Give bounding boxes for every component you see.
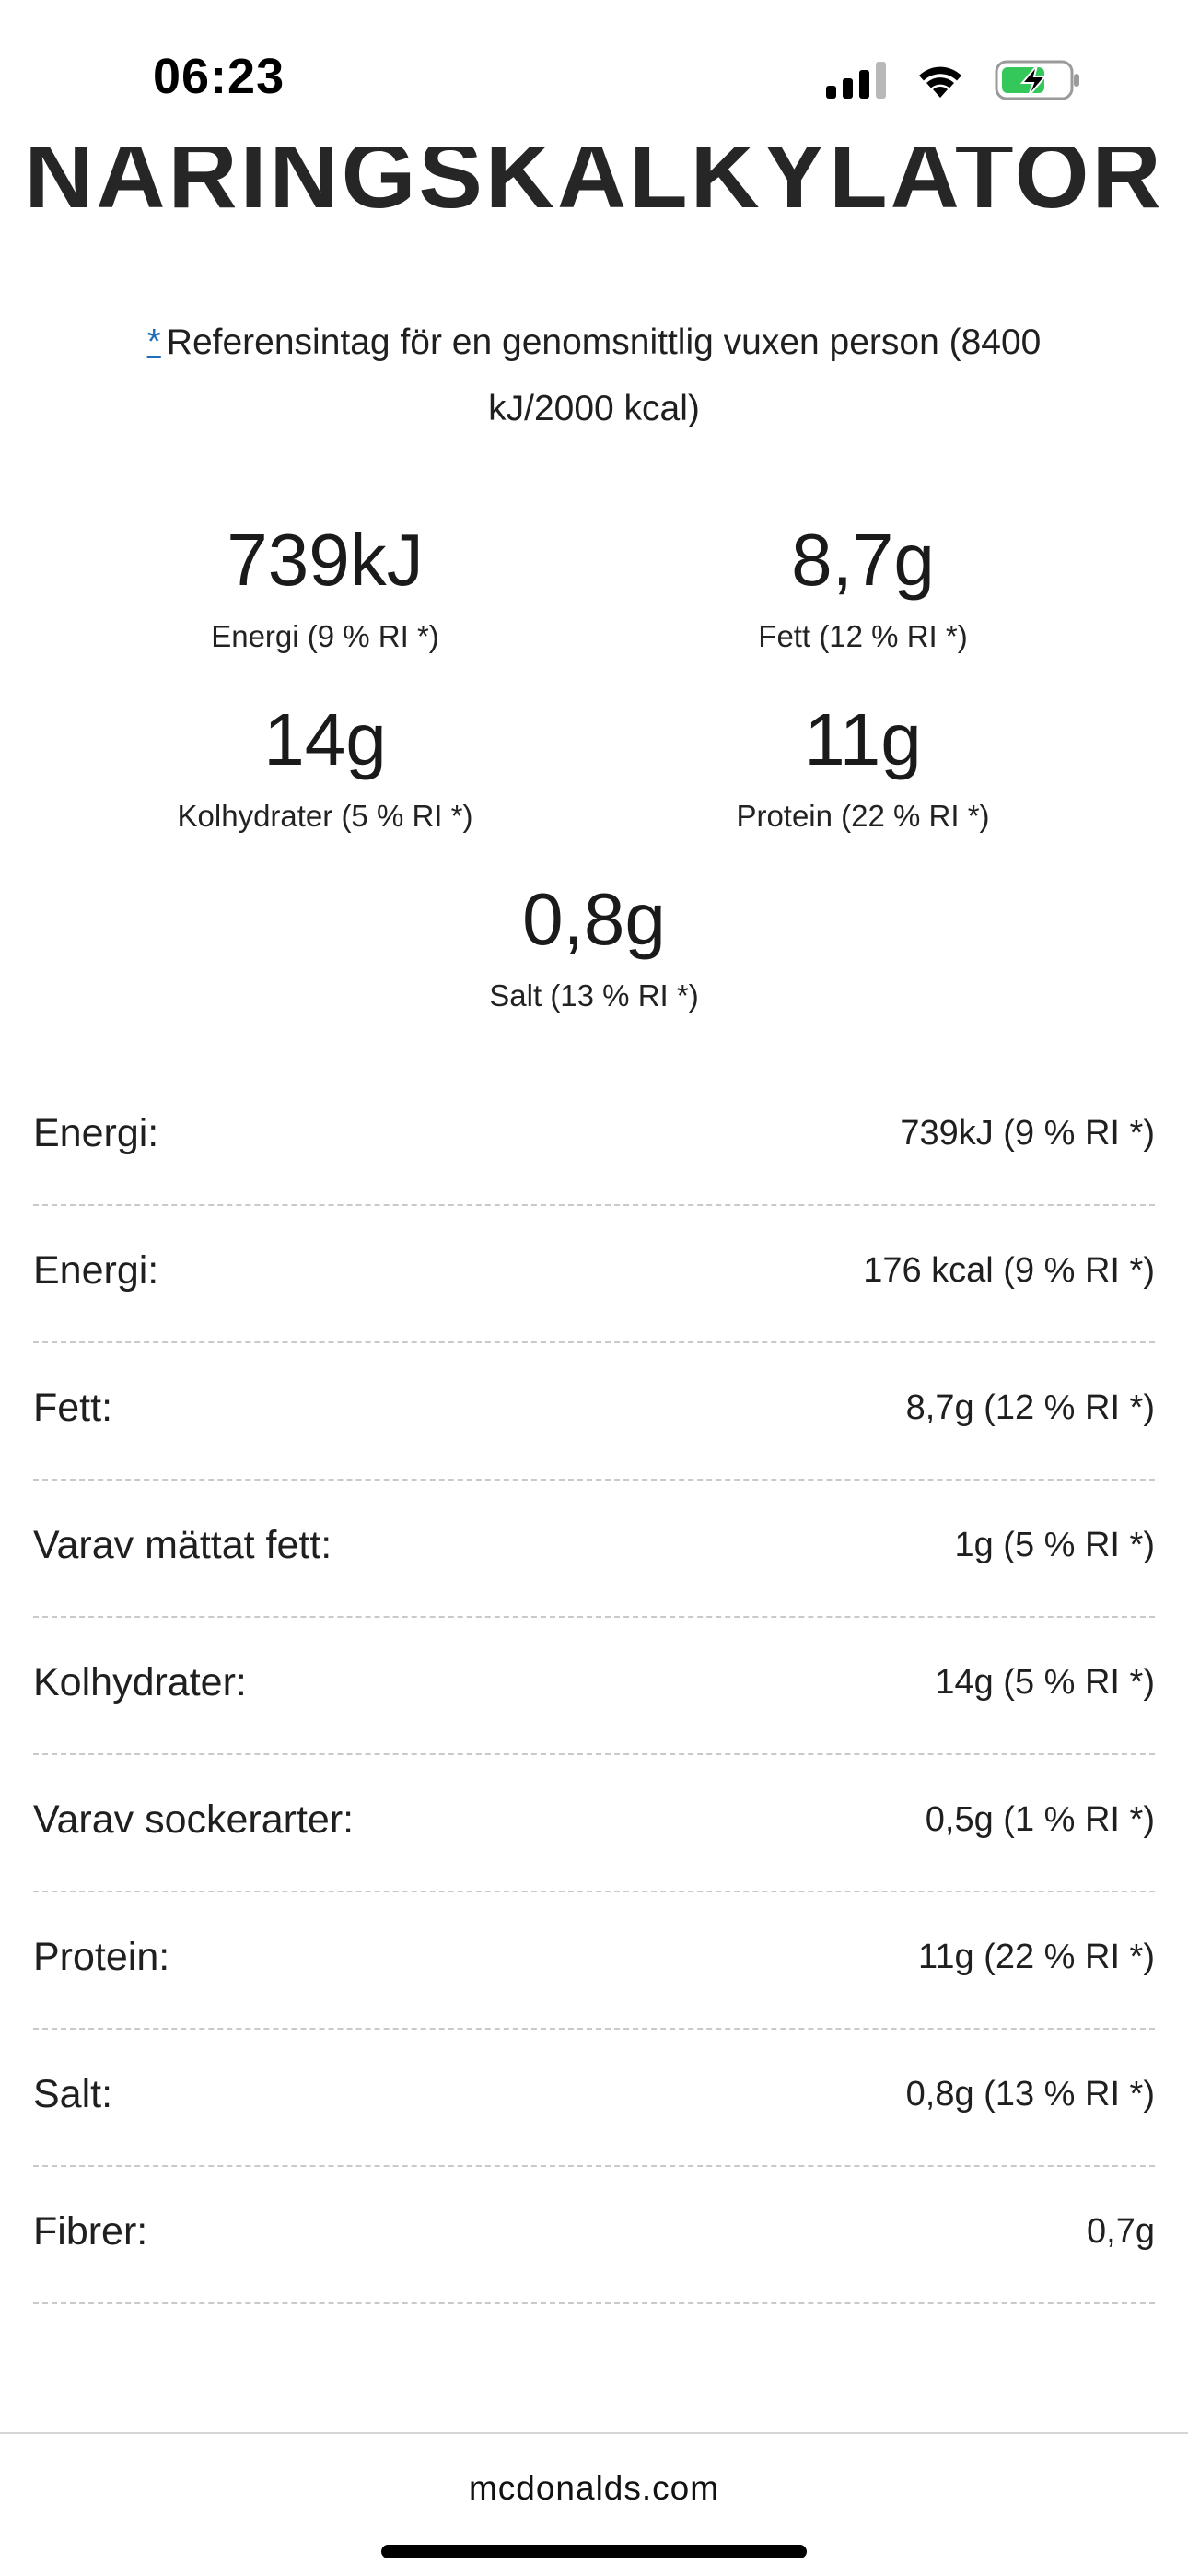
highlight-carbohydrates: 14g Kolhydrater (5 % RI *) — [40, 703, 611, 834]
browser-bottom-bar: mcdonalds.com — [0, 2432, 1188, 2576]
reference-marker-link[interactable]: * — [147, 322, 161, 362]
home-indicator[interactable] — [381, 2545, 807, 2558]
highlight-value: 8,7g — [791, 519, 935, 601]
nutrient-row-salt: Salt: 0,8g (13 % RI *) — [33, 2030, 1155, 2167]
nutrient-row-carbohydrates: Kolhydrater: 14g (5 % RI *) — [33, 1618, 1155, 1755]
highlight-value: 739kJ — [227, 519, 424, 601]
highlight-label: Salt (13 % RI *) — [489, 978, 699, 1013]
nutrient-name: Salt: — [33, 2072, 113, 2116]
nutrient-name: Kolhydrater: — [33, 1660, 247, 1704]
nutrient-name: Energi: — [33, 1248, 159, 1293]
status-bar: 06:23 — [0, 0, 1188, 147]
highlight-label: Protein (22 % RI *) — [736, 799, 990, 833]
highlight-label: Kolhydrater (5 % RI *) — [177, 799, 473, 833]
nutrient-name: Fett: — [33, 1386, 113, 1430]
nutrient-value: 0,5g (1 % RI *) — [925, 1800, 1155, 1839]
nutrient-row-energy-kj: Energi: 739kJ (9 % RI *) — [33, 1069, 1155, 1206]
nutrient-row-protein: Protein: 11g (22 % RI *) — [33, 1892, 1155, 2030]
status-time: 06:23 — [153, 49, 285, 104]
highlight-value: 14g — [263, 698, 387, 780]
nutrient-row-energy-kcal: Energi: 176 kcal (9 % RI *) — [33, 1206, 1155, 1343]
highlight-fat: 8,7g Fett (12 % RI *) — [577, 523, 1148, 654]
highlight-label: Energi (9 % RI *) — [211, 619, 439, 653]
nutrient-value: 739kJ (9 % RI *) — [900, 1114, 1155, 1153]
nutrient-row-saturated-fat: Varav mättat fett: 1g (5 % RI *) — [33, 1481, 1155, 1618]
highlight-value: 0,8g — [522, 878, 666, 960]
nutrient-value: 1g (5 % RI *) — [954, 1526, 1155, 1564]
reference-note: * Referensintag för en genomsnittlig vuxe… — [101, 310, 1087, 442]
nutrient-row-fat: Fett: 8,7g (12 % RI *) — [33, 1343, 1155, 1481]
highlight-label: Fett (12 % RI *) — [758, 619, 968, 653]
nutrient-name: Fibrer: — [33, 2209, 148, 2254]
nutrient-value: 0,8g (13 % RI *) — [905, 2075, 1155, 2113]
highlight-protein: 11g Protein (22 % RI *) — [577, 703, 1148, 834]
wifi-icon — [919, 66, 961, 98]
nutrient-name: Energi: — [33, 1111, 159, 1155]
nutrient-name: Protein: — [33, 1935, 170, 1979]
nutrient-name: Varav mättat fett: — [33, 1523, 332, 1567]
nutrient-value: 176 kcal (9 % RI *) — [863, 1251, 1155, 1290]
signal-icon — [826, 62, 886, 99]
nutrient-value: 8,7g (12 % RI *) — [905, 1388, 1155, 1427]
address-bar-domain[interactable]: mcdonalds.com — [0, 2469, 1188, 2508]
status-icons — [826, 57, 1083, 103]
highlight-energy: 739kJ Energi (9 % RI *) — [40, 523, 611, 654]
nutrient-value: 0,7g — [1087, 2212, 1155, 2251]
nutrient-value: 14g (5 % RI *) — [935, 1663, 1155, 1702]
nutrient-value: 11g (22 % RI *) — [918, 1938, 1155, 1976]
highlight-salt: 0,8g Salt (13 % RI *) — [309, 883, 879, 1013]
nutrient-row-fibre: Fibrer: 0,7g — [33, 2167, 1155, 2304]
reference-text: Referensintag för en genomsnittlig vuxen… — [166, 322, 1042, 428]
battery-charging-icon — [995, 60, 1079, 100]
nutrient-row-sugars: Varav sockerarter: 0,5g (1 % RI *) — [33, 1755, 1155, 1892]
nutrient-name: Varav sockerarter: — [33, 1797, 355, 1842]
highlight-value: 11g — [804, 698, 922, 780]
nutrient-table: Energi: 739kJ (9 % RI *) Energi: 176 kca… — [33, 1069, 1155, 2304]
